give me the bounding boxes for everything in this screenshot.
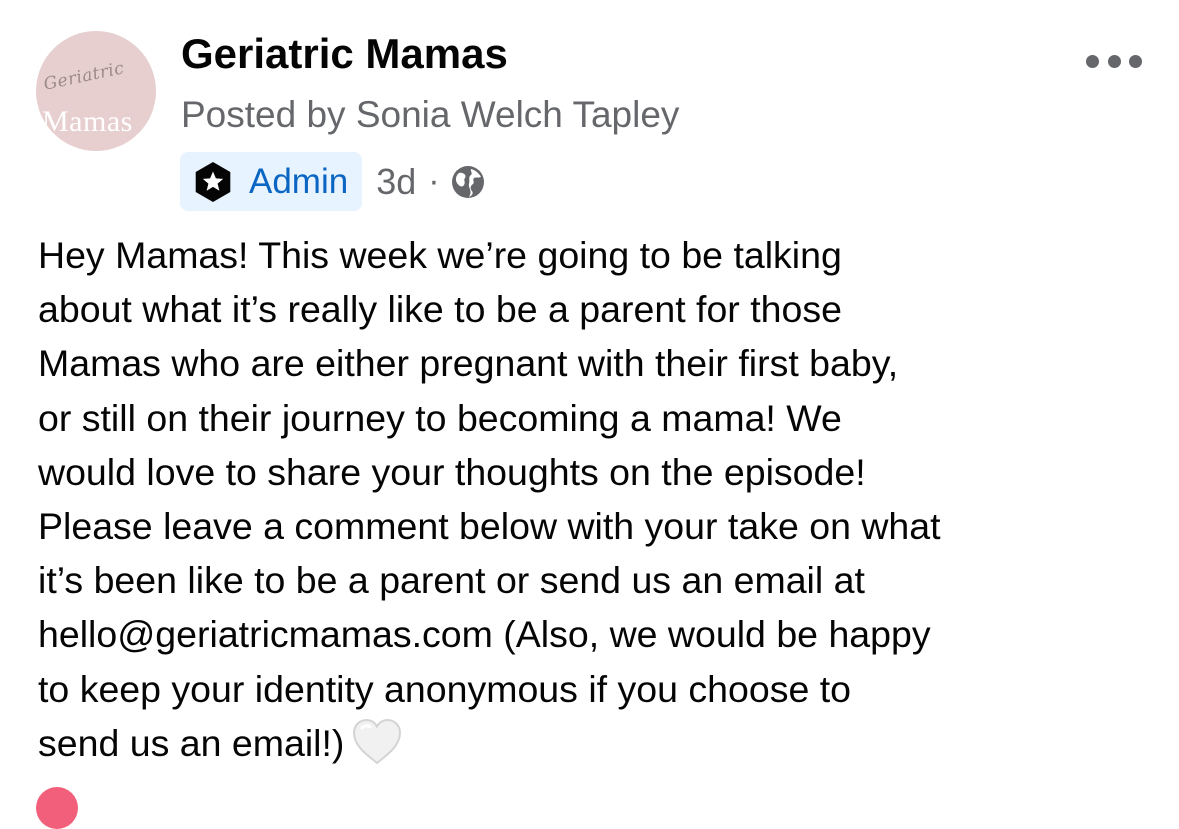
post-card: Geriatric Mamas Geriatric Mamas Posted b… <box>0 0 1179 829</box>
avatar-logo-script: Geriatric <box>41 58 127 95</box>
avatar-logo-word: Mamas <box>42 105 133 138</box>
post-meta: Admin 3d · <box>180 152 486 211</box>
more-dot-icon <box>1086 54 1099 68</box>
post-body-line-text: Please leave a comment below with your t… <box>38 504 941 547</box>
post-body-line: Please leave a comment below with your t… <box>38 499 1163 553</box>
post-body-line: about what it’s really like to be a pare… <box>38 288 842 331</box>
post-body-line-text: send us an email!) <box>38 721 345 764</box>
group-name-link[interactable]: Geriatric Mamas <box>181 28 508 80</box>
admin-badge[interactable]: Admin <box>180 152 363 211</box>
more-dot-icon <box>1129 54 1142 68</box>
meta-separator: · <box>428 162 440 200</box>
post-body-line-last: send us an email!) <box>38 716 1163 770</box>
post-body-line: Mamas who are either pregnant with their… <box>38 342 899 385</box>
post-body-line: Hey Mamas! This week we’re going to be t… <box>38 234 842 276</box>
globe-icon[interactable] <box>450 164 486 200</box>
white-heart-icon <box>353 718 402 765</box>
admin-badge-label: Admin <box>249 161 349 201</box>
more-dot-icon <box>1107 54 1121 68</box>
post-body-line: it’s been like to be a parent or send us… <box>38 559 865 602</box>
post-body-line: or still on their journey to becoming a … <box>38 396 842 439</box>
admin-star-icon <box>195 161 231 202</box>
post-body-line: to keep your identity anonymous if you c… <box>38 667 851 710</box>
email-link-line[interactable]: hello@geriatricmamas.com (Also, we would… <box>38 607 1163 661</box>
post-body-line: would love to share your thoughts on the… <box>38 450 866 493</box>
post-timestamp[interactable]: 3d <box>376 161 416 203</box>
reaction-icon[interactable] <box>36 787 78 829</box>
group-avatar[interactable]: Geriatric Mamas <box>36 31 156 151</box>
more-options-button[interactable] <box>1086 44 1142 78</box>
post-body-text: Hey Mamas! This week we’re going to be t… <box>38 228 1163 770</box>
posted-by-text: Posted by Sonia Welch Tapley <box>181 94 680 135</box>
